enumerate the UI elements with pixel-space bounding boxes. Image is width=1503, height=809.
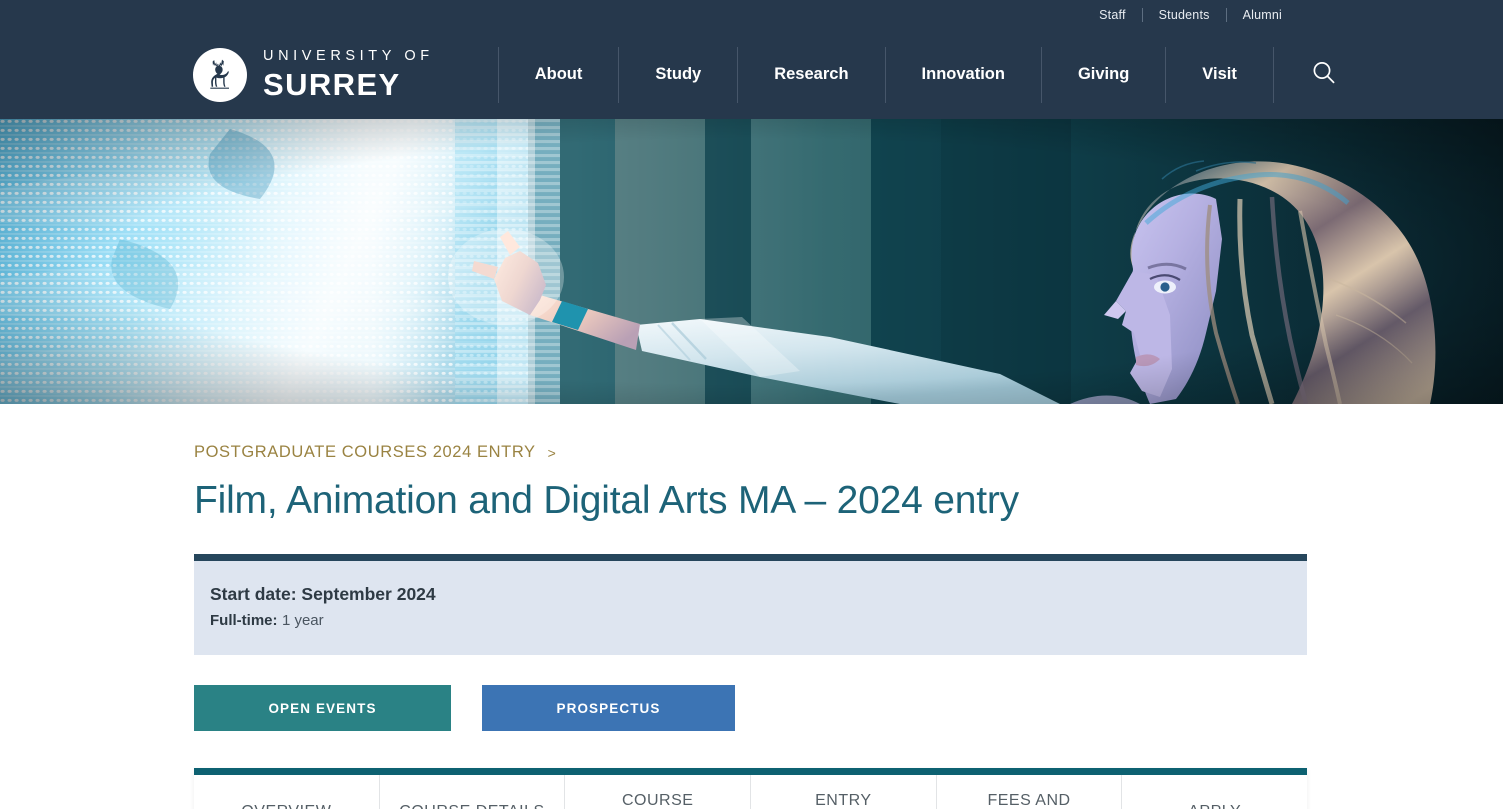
search-icon: [1310, 59, 1338, 90]
open-events-button[interactable]: OPEN EVENTS: [194, 685, 451, 732]
breadcrumb: POSTGRADUATE COURSES 2024 ENTRY >: [194, 443, 1503, 462]
start-date-text: Start date: September 2024: [210, 583, 436, 604]
nav-item-about[interactable]: About: [497, 46, 619, 103]
search-button[interactable]: [1304, 53, 1344, 96]
study-mode-label: Full-time:: [210, 611, 278, 629]
prospectus-button[interactable]: PROSPECTUS: [482, 685, 735, 732]
study-mode-value: 1 year: [281, 611, 324, 629]
utility-bar: Staff Students Alumni: [0, 0, 1503, 30]
tab-overview[interactable]: OVERVIEW: [194, 775, 380, 809]
tab-course-details[interactable]: COURSE DETAILS: [380, 775, 566, 809]
utility-link-staff[interactable]: Staff: [1083, 9, 1141, 22]
chevron-right-icon: >: [547, 444, 556, 461]
nav-item-visit[interactable]: Visit: [1165, 46, 1274, 103]
course-info-panel: Start date: September 2024 Full-time: 1 …: [194, 553, 1307, 656]
main-content: POSTGRADUATE COURSES 2024 ENTRY > Film, …: [0, 443, 1503, 809]
tab-fees-and-funding[interactable]: FEES AND FUNDING: [937, 775, 1123, 809]
utility-link-students[interactable]: Students: [1143, 9, 1226, 22]
course-section-tabs: OVERVIEW COURSE DETAILS COURSE STRUCTURE…: [194, 768, 1307, 809]
brand-line-1: UNIVERSITY OF: [263, 48, 434, 65]
site-header: UNIVERSITY OF SURREY About Study Researc…: [0, 30, 1503, 119]
stag-icon: [193, 47, 247, 102]
page-title: Film, Animation and Digital Arts MA – 20…: [194, 479, 1019, 522]
start-date-line: Start date: September 2024: [210, 581, 1307, 609]
cta-button-row: OPEN EVENTS PROSPECTUS: [194, 685, 1503, 732]
nav-item-research[interactable]: Research: [737, 46, 884, 103]
utility-link-alumni[interactable]: Alumni: [1227, 9, 1298, 22]
tab-course-structure[interactable]: COURSE STRUCTURE: [565, 775, 752, 809]
study-mode-line: Full-time: 1 year: [210, 609, 1307, 634]
nav-item-giving[interactable]: Giving: [1040, 46, 1165, 103]
breadcrumb-parent-link[interactable]: POSTGRADUATE COURSES 2024 ENTRY: [194, 443, 536, 462]
brand-wordmark: UNIVERSITY OF SURREY: [263, 49, 434, 100]
hero-image: [0, 119, 1503, 404]
primary-nav: About Study Research Innovation Giving V…: [497, 46, 1274, 103]
hero-banner: [0, 119, 1503, 404]
tab-entry-requirements[interactable]: ENTRY REQUIREMENTS: [751, 775, 937, 809]
nav-item-innovation[interactable]: Innovation: [884, 46, 1041, 103]
tab-apply[interactable]: APPLY: [1122, 775, 1307, 809]
utility-nav: Staff Students Alumni: [1083, 0, 1298, 30]
brand-line-2: SURREY: [263, 66, 401, 102]
brand-logo-link[interactable]: UNIVERSITY OF SURREY: [193, 47, 434, 102]
nav-item-study[interactable]: Study: [618, 46, 737, 103]
